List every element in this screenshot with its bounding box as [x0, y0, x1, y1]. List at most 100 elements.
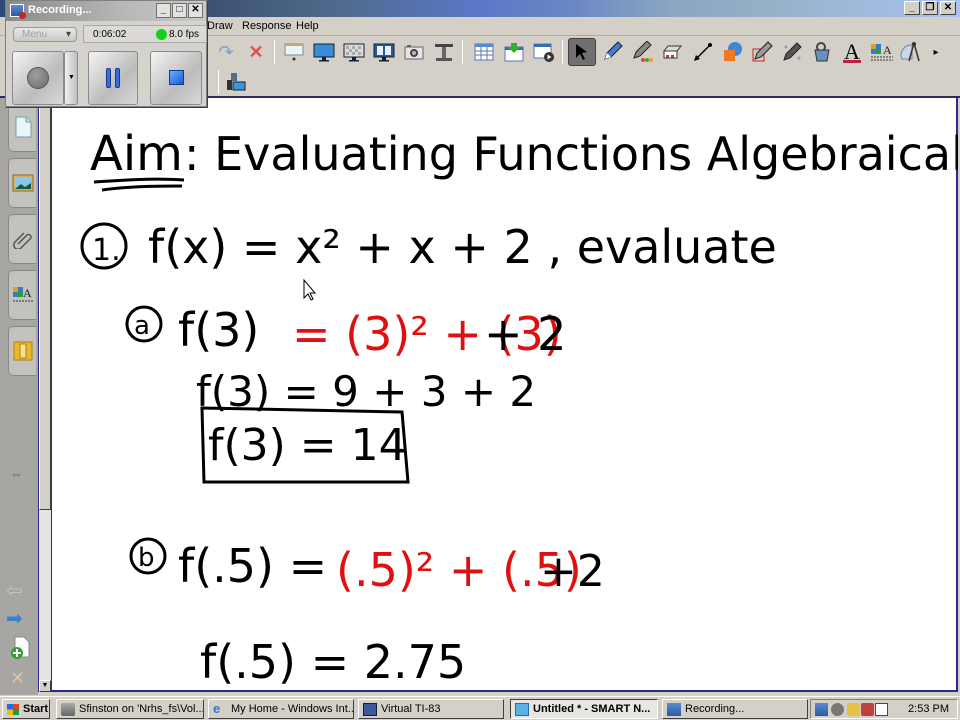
magic-pen-icon[interactable]: [780, 40, 804, 64]
mouse-cursor-icon: [303, 278, 317, 301]
redo-icon[interactable]: ↷: [214, 40, 238, 64]
picture-icon: [12, 174, 33, 192]
transparent-background-icon[interactable]: [342, 40, 366, 64]
aim-label: Aim: [90, 126, 183, 182]
recorder-status-box: 0:06:02 8.0 fps: [83, 25, 207, 43]
toolbar-separator: [218, 70, 219, 94]
delete-icon[interactable]: ✕: [244, 40, 268, 64]
pause-button[interactable]: [88, 51, 138, 105]
network-tray-icon[interactable]: [831, 703, 844, 716]
pen-icon[interactable]: [600, 40, 624, 64]
eraser-icon[interactable]: [660, 40, 684, 64]
chevron-down-icon: ▼: [68, 74, 75, 81]
text-icon[interactable]: A: [840, 39, 864, 64]
document-camera-icon[interactable]: [432, 40, 456, 64]
line-icon[interactable]: [690, 40, 714, 64]
start-assessment-icon[interactable]: [532, 40, 556, 64]
smart-notebook-icon: [515, 703, 529, 716]
elapsed-time: 0:06:02: [93, 29, 127, 40]
screen-shade-icon[interactable]: [282, 40, 306, 64]
task-file-explorer[interactable]: Sfinston on 'Nrhs_fs\Vol...: [56, 699, 204, 719]
part-a-step1-left: f(3): [178, 303, 259, 357]
task-label: My Home - Windows Int...: [231, 703, 354, 715]
attachments-tab[interactable]: [8, 214, 36, 264]
recorder-minimize-button[interactable]: _: [156, 3, 171, 18]
scroll-down-button[interactable]: ▼: [39, 680, 51, 692]
display-tray-icon[interactable]: [875, 703, 888, 716]
toolbar-separator: [274, 40, 275, 64]
full-screen-icon[interactable]: [312, 40, 336, 64]
toolbar-separator: [562, 40, 563, 64]
insert-question-icon[interactable]: [502, 40, 526, 64]
security-tray-icon[interactable]: [847, 703, 860, 716]
gallery-tab[interactable]: [8, 158, 36, 208]
insert-table-icon[interactable]: [472, 40, 496, 64]
clock[interactable]: 2:53 PM: [908, 703, 949, 715]
task-virtual-ti83[interactable]: Virtual TI-83: [358, 699, 504, 719]
start-button[interactable]: Start: [2, 699, 50, 719]
stop-button[interactable]: [150, 51, 202, 105]
record-button[interactable]: [12, 51, 64, 105]
add-page-icon[interactable]: [9, 636, 31, 663]
notebook-page[interactable]: Aim : Evaluating Functions Algebraically…: [52, 98, 958, 692]
task-smart-notebook[interactable]: Untitled * - SMART N...: [510, 699, 658, 719]
task-label: Virtual TI-83: [381, 703, 441, 715]
properties-icon: A: [12, 286, 33, 302]
properties-tab[interactable]: A: [8, 270, 36, 320]
scrollbar-thumb[interactable]: [39, 100, 51, 510]
select-arrow-icon[interactable]: [568, 38, 596, 66]
screen-capture-icon[interactable]: [402, 40, 426, 64]
properties-icon[interactable]: A: [870, 40, 894, 64]
task-recorder[interactable]: Recording...: [662, 699, 808, 719]
windows-taskbar: Start Sfinston on 'Nrhs_fs\Vol... e My H…: [0, 696, 960, 720]
previous-page-icon[interactable]: ⇦: [6, 578, 23, 603]
shapes-icon[interactable]: [720, 40, 744, 64]
stop-icon: [169, 70, 184, 85]
delete-page-icon[interactable]: ✕: [10, 668, 25, 689]
task-internet-explorer[interactable]: e My Home - Windows Int...: [208, 699, 354, 719]
problem-number: 1.: [92, 233, 121, 268]
recorder-menu-dropdown[interactable]: Menu: [13, 27, 77, 42]
minimize-button[interactable]: _: [904, 1, 920, 15]
add-ons-tab[interactable]: [8, 326, 36, 376]
svg-text:A: A: [23, 286, 32, 300]
measurement-tools-icon[interactable]: [900, 40, 924, 64]
recorder-tray-icon[interactable]: [815, 703, 828, 716]
menu-draw[interactable]: Draw: [207, 20, 233, 32]
aim-title: : Evaluating Functions Algebraically: [184, 127, 958, 181]
part-b-step1-constant: +2: [540, 546, 605, 597]
recording-status-indicator: [156, 29, 167, 40]
customize-toolbar-icon[interactable]: [224, 70, 248, 94]
record-icon: [27, 67, 49, 89]
creative-pen-icon[interactable]: [630, 40, 654, 64]
vertical-scrollbar[interactable]: ▼: [38, 98, 52, 692]
pause-icon-bar: [115, 68, 120, 88]
shape-recognition-pen-icon[interactable]: [750, 40, 774, 64]
dual-page-display-icon[interactable]: [372, 40, 396, 64]
aim-underline: [93, 177, 185, 192]
move-sidebar-icon[interactable]: ⇔: [10, 466, 23, 481]
frame-rate: 8.0 fps: [169, 29, 200, 40]
restore-button[interactable]: ❐: [922, 1, 938, 15]
page-icon: [15, 116, 31, 138]
more-tools-icon[interactable]: ▸: [924, 40, 948, 64]
task-label: Untitled * - SMART N...: [533, 703, 651, 715]
part-a-label: a: [134, 311, 150, 341]
calculator-icon: [363, 703, 377, 716]
window-controls: _ ❐ ✕: [904, 1, 956, 15]
menu-help[interactable]: Help: [296, 20, 319, 32]
task-label: Recording...: [685, 703, 745, 715]
next-page-icon[interactable]: ➡: [6, 606, 23, 631]
recorder-maximize-button[interactable]: □: [172, 3, 187, 18]
network-drive-icon: [61, 703, 75, 716]
record-options-button[interactable]: ▼: [64, 51, 78, 105]
part-a-step1-constant: + 2: [484, 307, 566, 361]
menu-response[interactable]: Response: [242, 20, 292, 32]
recorder-app-icon: [10, 4, 26, 19]
fill-icon[interactable]: [810, 40, 834, 64]
page-sorter-tab[interactable]: [8, 102, 36, 152]
toolbar-separator: [462, 40, 463, 64]
recorder-close-button[interactable]: ✕: [188, 3, 203, 18]
update-tray-icon[interactable]: [861, 703, 874, 716]
close-button[interactable]: ✕: [940, 1, 956, 15]
